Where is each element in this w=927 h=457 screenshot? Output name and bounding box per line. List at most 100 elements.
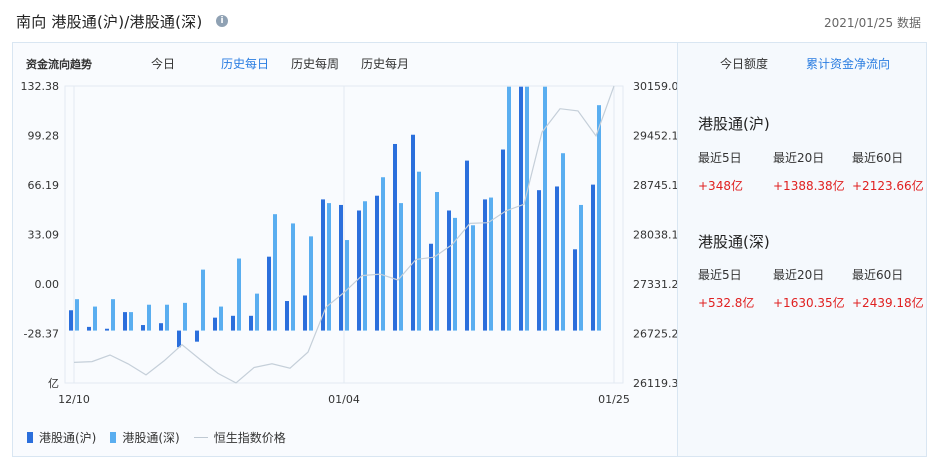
y-left-tick-label: 66.19 (28, 179, 60, 192)
bar-sz (363, 201, 367, 331)
bar-sz (399, 203, 403, 331)
legend-label-index: 恒生指数价格 (213, 431, 286, 445)
bar-sh (573, 249, 577, 331)
bar-sz (345, 240, 349, 331)
y-right-tick-label: 29452.1 (633, 130, 678, 143)
x-tick-label: 12/10 (58, 393, 90, 406)
bar-sh (231, 315, 235, 331)
period-label: 最近20日 (773, 151, 825, 165)
bar-sz (219, 306, 223, 331)
bar-sh (195, 330, 199, 342)
legend-item-sz[interactable]: 港股通(深) (110, 429, 180, 446)
period-value: +532.8亿 (698, 296, 755, 310)
legend-swatch-index (193, 437, 208, 438)
legend-label-sh: 港股通(沪) (39, 431, 97, 445)
bar-sz (381, 177, 385, 331)
bar-sz (147, 304, 151, 331)
bar-sh (357, 210, 361, 331)
bar-sz (129, 312, 133, 331)
period-value: +1630.35亿 (773, 296, 845, 310)
bar-sz (543, 86, 547, 331)
y-right-tick-label: 28038.1 (633, 229, 678, 242)
y-left-tick-label: -28.37 (24, 328, 59, 341)
bar-sh (393, 143, 397, 331)
period-label: 最近60日 (852, 151, 904, 165)
period-value: +2439.18亿 (852, 296, 924, 310)
legend-item-index[interactable]: 恒生指数价格 (193, 429, 286, 446)
bar-sh (123, 312, 127, 331)
bar-sh (249, 315, 253, 331)
trend-panel: 资金流向趋势 今日 历史每日 历史每周 历史每月 132.38 99.28 66.1… (12, 42, 678, 457)
bar-sz (507, 86, 511, 331)
bar-sh (537, 190, 541, 331)
page-header: 南向 港股通(沪)/港股通(深) i 2021/01/25 数据 (0, 0, 927, 42)
bar-sz (237, 258, 241, 331)
bar-sh (213, 317, 217, 331)
y-right-tick-label: 26725.2 (633, 328, 678, 341)
y-right-tick-label: 26119.3 (633, 377, 678, 390)
period-label: 最近5日 (698, 151, 742, 165)
bar-sz (471, 225, 475, 331)
section-title-sh: 港股通(沪) (698, 115, 770, 133)
bar-sh (87, 326, 91, 331)
bar-sh (411, 134, 415, 331)
bar-sz (183, 302, 187, 331)
page-title: 南向 港股通(沪)/港股通(深) (16, 13, 203, 31)
bar-sz (309, 236, 313, 331)
bar-sh (519, 86, 523, 331)
bar-sh (483, 199, 487, 331)
legend-swatch-sz (110, 432, 117, 443)
bar-sz (453, 217, 457, 331)
section-title-sz: 港股通(深) (698, 233, 770, 251)
chart-legend: 港股通(沪) 港股通(深) 恒生指数价格 (27, 429, 300, 446)
bar-sh (339, 204, 343, 331)
bar-sh (465, 160, 469, 331)
period-value: +2123.66亿 (852, 179, 924, 193)
period-value: +1388.38亿 (773, 179, 845, 193)
x-tick-label: 01/04 (328, 393, 360, 406)
bar-sz (525, 86, 529, 331)
bar-sh (501, 149, 505, 331)
bar-sz (291, 223, 295, 331)
bar-sz (579, 204, 583, 331)
y-right-tick-label: 30159.0 (633, 80, 678, 93)
bar-sz (597, 105, 601, 331)
bar-sh (105, 328, 109, 331)
legend-label-sz: 港股通(深) (122, 431, 180, 445)
tab-today-quota[interactable]: 今日额度 (720, 55, 768, 72)
y-left-unit-label: 亿 (48, 377, 59, 390)
y-left-tick-label: 132.38 (21, 80, 60, 93)
y-left-tick-label: 99.28 (28, 130, 60, 143)
bar-sz (435, 192, 439, 331)
bar-sz (93, 306, 97, 331)
legend-item-sh[interactable]: 港股通(沪) (27, 429, 96, 446)
y-right-tick-label: 27331.2 (633, 278, 678, 291)
bar-sh (69, 310, 73, 331)
summary-panel: 今日额度 累计资金净流向 港股通(沪) 最近5日 最近20日 最近60日 +34… (677, 42, 927, 457)
bar-sz (327, 203, 331, 331)
bar-sh (429, 243, 433, 331)
bar-sh (159, 323, 163, 331)
period-value: +348亿 (698, 179, 743, 193)
bar-sz (417, 171, 421, 331)
bar-sz (273, 214, 277, 331)
bar-sz (165, 304, 169, 331)
legend-swatch-sh (27, 432, 33, 443)
period-label: 最近5日 (698, 268, 742, 282)
bar-sz (75, 299, 79, 331)
period-label: 最近20日 (773, 268, 825, 282)
bar-sz (561, 153, 565, 331)
bar-sz (111, 299, 115, 331)
y-left-tick-label: 33.09 (28, 229, 60, 242)
tab-cumulative-flow[interactable]: 累计资金净流向 (806, 55, 890, 72)
period-label: 最近60日 (852, 268, 904, 282)
bar-sz (489, 197, 493, 331)
y-left-tick-label: 0.00 (35, 278, 60, 291)
bar-sh (591, 184, 595, 331)
info-icon[interactable]: i (216, 15, 228, 27)
bar-sz (201, 269, 205, 331)
bar-sh (267, 256, 271, 331)
bar-sh (141, 325, 145, 331)
bar-sh (375, 195, 379, 331)
bar-sz (255, 293, 259, 331)
